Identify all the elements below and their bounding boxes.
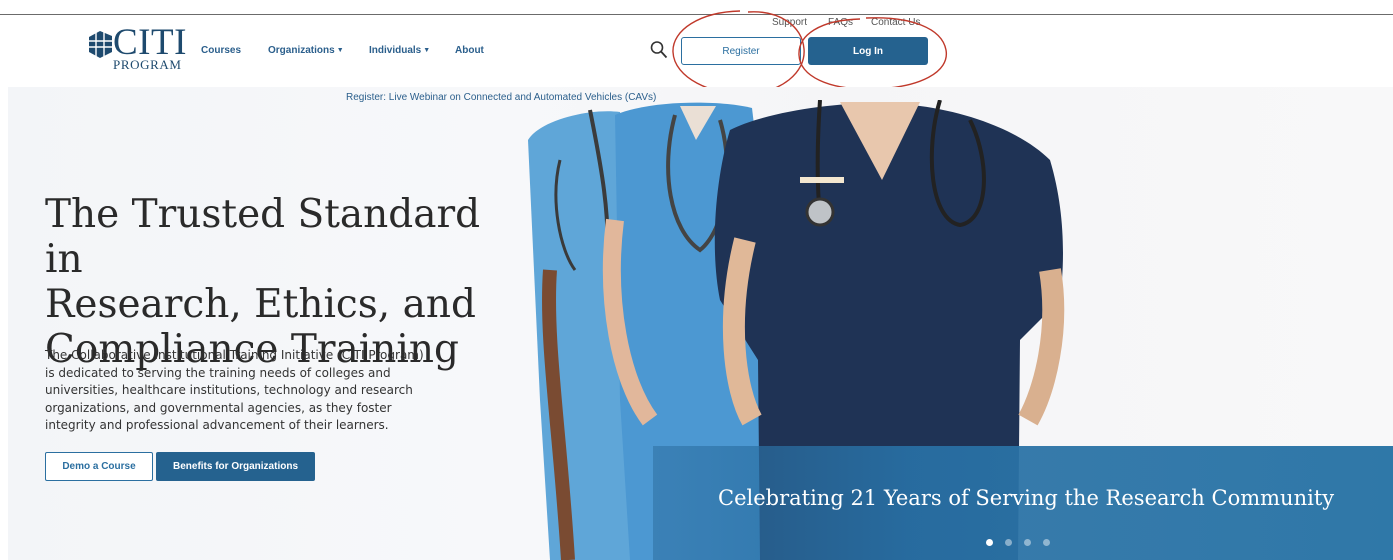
carousel-dot[interactable]	[1043, 539, 1050, 546]
nav-about[interactable]: About	[455, 45, 484, 57]
benefits-organizations-button-label: Benefits for Organizations	[172, 461, 298, 472]
contact-us-link[interactable]: Contact Us	[871, 17, 920, 29]
faqs-link[interactable]: FAQs	[828, 17, 853, 29]
hero-title: The Trusted Standard in Research, Ethics…	[45, 192, 515, 372]
hero-title-line: Research, Ethics, and	[45, 282, 476, 327]
register-button-label: Register	[722, 45, 760, 57]
logo-subtext: PROGRAM	[113, 57, 182, 72]
carousel-dot[interactable]	[1005, 539, 1012, 546]
benefits-organizations-button[interactable]: Benefits for Organizations	[156, 452, 315, 481]
top-divider	[0, 14, 1393, 15]
login-button[interactable]: Log In	[808, 37, 928, 65]
search-icon[interactable]	[650, 40, 668, 59]
support-link[interactable]: Support	[772, 17, 807, 29]
nav-individuals-label: Individuals	[369, 45, 422, 56]
hero-description-line: organizations, and governmental agencies…	[45, 400, 392, 415]
register-button[interactable]: Register	[681, 37, 801, 65]
hero-description-line: is dedicated to serving the training nee…	[45, 365, 391, 380]
nav-courses-label: Courses	[201, 45, 242, 56]
nav-about-label: About	[455, 45, 484, 56]
slide-caption: Celebrating 21 Years of Serving the Rese…	[718, 486, 1335, 510]
nav-organizations-label: Organizations	[268, 45, 335, 56]
carousel-dot[interactable]	[986, 539, 993, 546]
nav-courses[interactable]: Courses	[201, 45, 241, 57]
hero-description-line: integrity and professional advancement o…	[45, 418, 389, 432]
hero-description: The Collaborative Institutional Training…	[45, 347, 445, 435]
globe-icon	[89, 31, 112, 58]
caret-down-icon: ▼	[423, 47, 431, 54]
hero-title-line: The Trusted Standard in	[45, 192, 481, 282]
citi-program-logo[interactable]: CITI PROGRAM	[88, 23, 186, 72]
demo-course-button[interactable]: Demo a Course	[45, 452, 153, 481]
hero-description-line: universities, healthcare institutions, t…	[45, 383, 413, 397]
caret-down-icon: ▼	[336, 47, 344, 54]
carousel-dots	[986, 539, 1050, 546]
hero-description-line: The Collaborative Institutional Training…	[45, 348, 424, 362]
login-button-label: Log In	[853, 45, 883, 57]
nav-individuals[interactable]: Individuals ▼	[369, 45, 430, 57]
carousel-dot[interactable]	[1024, 539, 1031, 546]
nav-organizations[interactable]: Organizations ▼	[268, 45, 344, 57]
demo-course-button-label: Demo a Course	[62, 461, 136, 472]
